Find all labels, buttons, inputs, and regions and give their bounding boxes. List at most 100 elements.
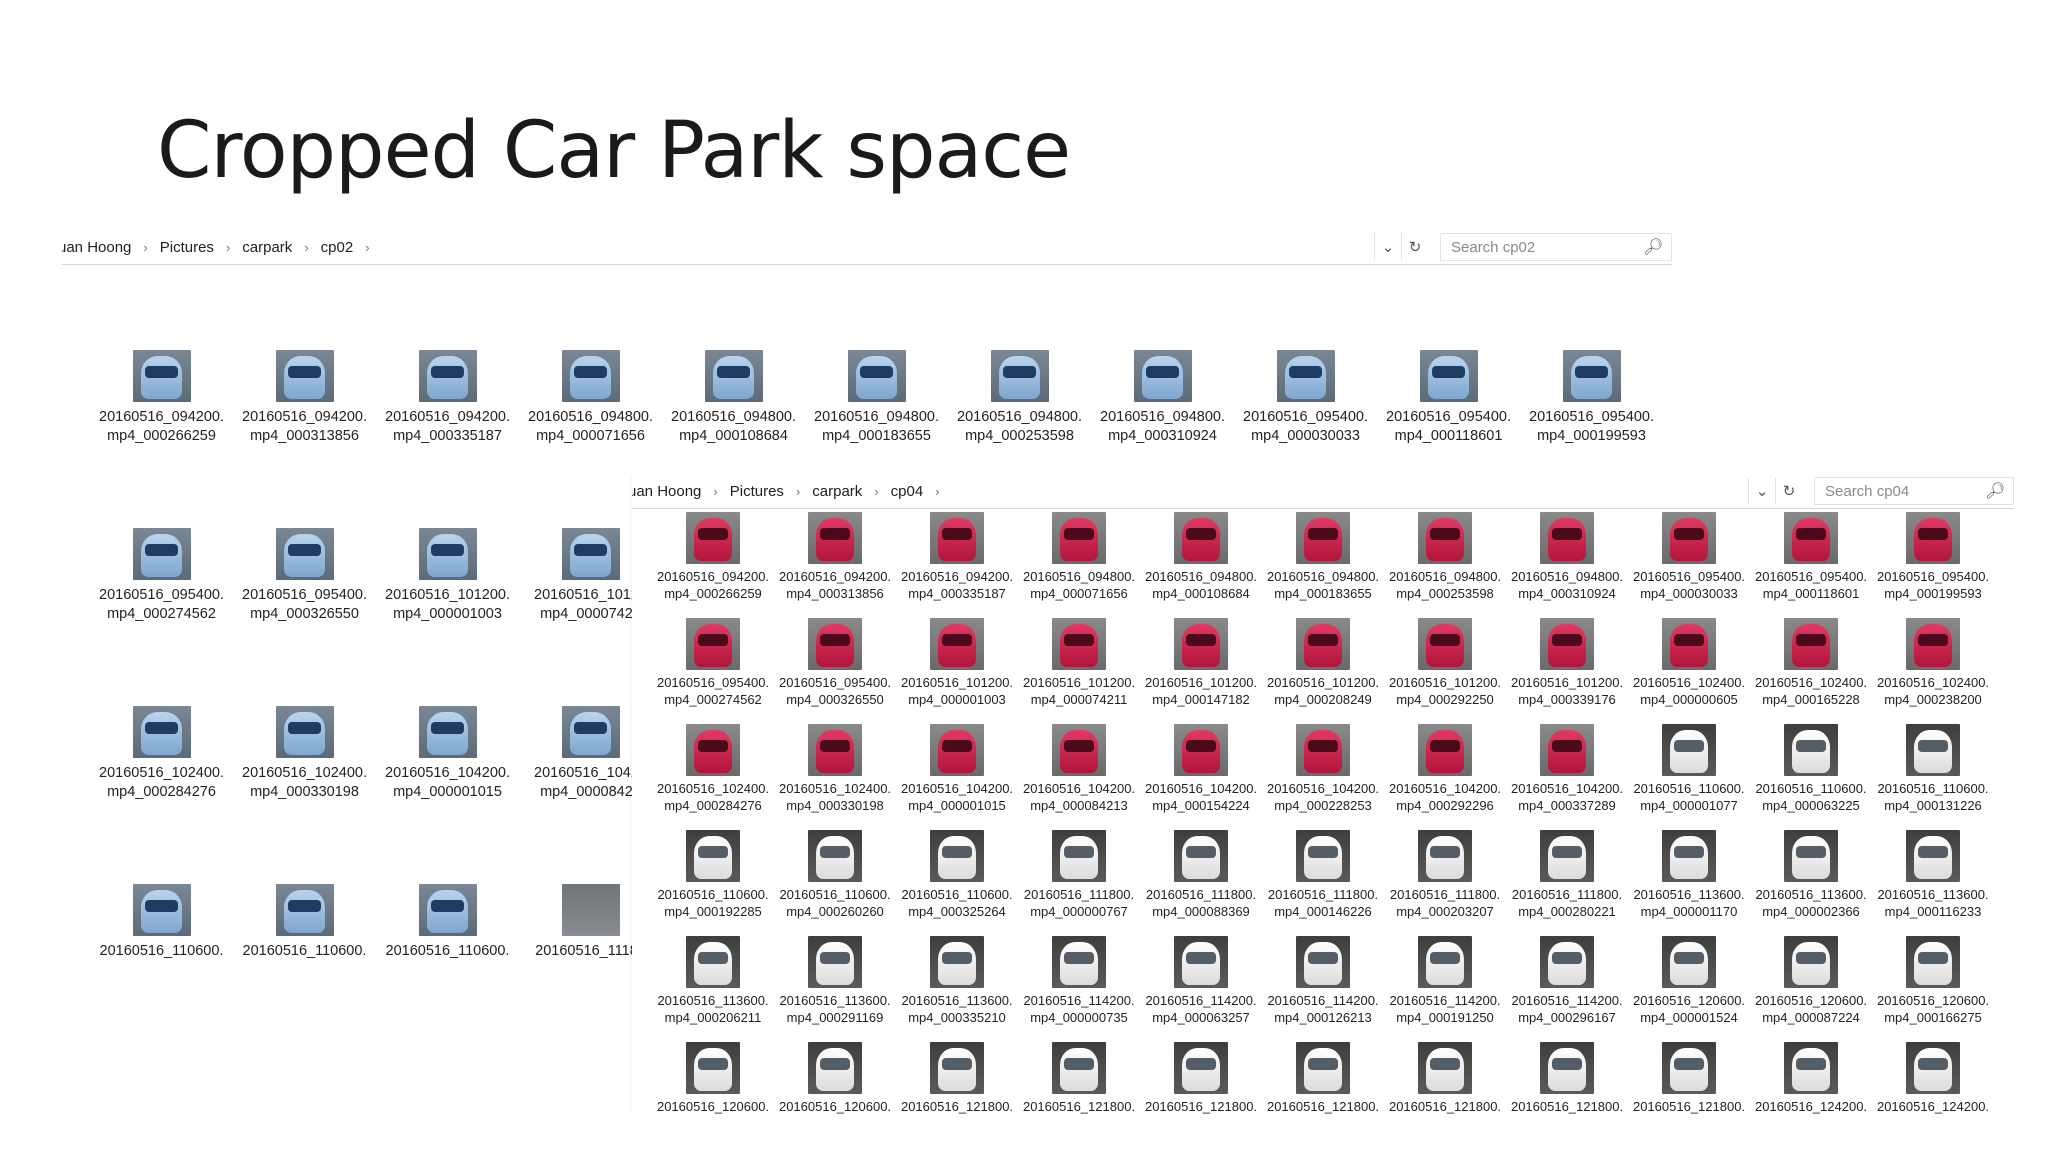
file-thumbnail[interactable] [686,830,740,882]
file-item[interactable]: 20160516_102400. mp4_000330198 [233,706,376,884]
file-thumbnail[interactable] [275,706,334,758]
file-thumbnail[interactable] [418,350,477,402]
file-item[interactable]: 20160516_121800.mp4_000170255 [1262,1042,1384,1114]
file-item[interactable]: 20160516_094200. mp4_000266259 [652,512,774,618]
file-item[interactable]: 20160516_113600. mp4_000002366 [1750,830,1872,936]
file-item[interactable]: 20160516_121800.mp4_000259210 [1384,1042,1506,1114]
file-item[interactable]: 20160516_111800. mp4_000280221 [1506,830,1628,936]
file-thumbnail[interactable] [1662,830,1716,882]
file-thumbnail[interactable] [418,884,477,936]
file-thumbnail[interactable] [1296,830,1350,882]
file-thumbnail[interactable] [1784,618,1838,670]
file-item[interactable]: 20160516_110600. mp4_000260260 [774,830,896,936]
file-item[interactable]: 20160516_094800. mp4_000183655 [1262,512,1384,618]
file-thumbnail[interactable] [132,528,191,580]
file-thumbnail[interactable] [808,724,862,776]
file-item[interactable]: 20160516_121800.mp4_000076212 [1018,1042,1140,1114]
file-item[interactable]: 20160516_095400. mp4_000274562 [90,528,233,706]
file-item[interactable]: 20160516_110600. mp4_000192285 [652,830,774,936]
file-thumbnail[interactable] [1906,936,1960,988]
file-thumbnail[interactable] [1174,936,1228,988]
search-icon[interactable]: 🔍︎ [1643,237,1663,257]
file-thumbnail[interactable] [1562,350,1621,402]
file-item[interactable]: 20160516_095400. mp4_000118601 [1750,512,1872,618]
breadcrumb-item-cp02[interactable]: cp02 [317,239,358,256]
file-thumbnail[interactable] [1052,512,1106,564]
file-thumbnail[interactable] [418,706,477,758]
file-thumbnail[interactable] [418,528,477,580]
file-thumbnail[interactable] [1133,350,1192,402]
file-thumbnail[interactable] [1540,512,1594,564]
file-item[interactable]: 20160516_101200. mp4_000208249 [1262,618,1384,724]
file-thumbnail[interactable] [1052,830,1106,882]
file-item[interactable]: 20160516_113600. mp4_000116233 [1872,830,1994,936]
file-item[interactable]: 20160516_101200. mp4_000147182 [1140,618,1262,724]
file-item[interactable]: 20160516_102400. mp4_000284276 [90,706,233,884]
file-thumbnail[interactable] [275,884,334,936]
file-thumbnail[interactable] [1052,1042,1106,1094]
file-thumbnail[interactable] [1540,1042,1594,1094]
file-item[interactable]: 20160516_110600. [90,884,233,972]
file-thumbnail[interactable] [1418,724,1472,776]
file-item[interactable]: 20160516_121800.mp4_000259775 [1506,1042,1628,1114]
file-thumbnail[interactable] [1662,1042,1716,1094]
file-thumbnail[interactable] [1174,1042,1228,1094]
file-thumbnail[interactable] [808,1042,862,1094]
file-item[interactable]: 20160516_095400. mp4_000326550 [774,618,896,724]
breadcrumb-item-carpark[interactable]: carpark [238,239,296,256]
file-thumbnail[interactable] [1906,618,1960,670]
file-item[interactable]: 20160516_101200. mp4_000292250 [1384,618,1506,724]
file-item[interactable]: 20160516_114200. mp4_000191250 [1384,936,1506,1042]
file-thumbnail[interactable] [1052,618,1106,670]
file-thumbnail[interactable] [686,724,740,776]
file-item[interactable]: 20160516_104200. mp4_000337289 [1506,724,1628,830]
file-item[interactable]: 20160516_120600. mp4_000087224 [1750,936,1872,1042]
file-item[interactable]: 20160516_101200. mp4_000339176 [1506,618,1628,724]
file-thumbnail[interactable] [1784,724,1838,776]
file-thumbnail[interactable] [1906,512,1960,564]
file-item[interactable]: 20160516_113600. mp4_000206211 [652,936,774,1042]
file-thumbnail[interactable] [704,350,763,402]
file-item[interactable]: 20160516_104200. mp4_000228253 [1262,724,1384,830]
file-item[interactable]: 20160516_094200. mp4_000335187 [896,512,1018,618]
file-thumbnail[interactable] [1662,724,1716,776]
file-item[interactable]: 20160516_101200. mp4_000001003 [896,618,1018,724]
file-thumbnail[interactable] [1662,936,1716,988]
file-thumbnail[interactable] [686,1042,740,1094]
file-item[interactable]: 20160516_101200. mp4_000001003 [376,528,519,706]
file-item[interactable]: 20160516_113600. mp4_000335210 [896,936,1018,1042]
file-thumbnail[interactable] [561,350,620,402]
file-thumbnail[interactable] [808,512,862,564]
file-thumbnail[interactable] [1276,350,1335,402]
file-item[interactable]: 20160516_104200. mp4_000154224 [1140,724,1262,830]
file-thumbnail[interactable] [808,830,862,882]
file-item[interactable]: 20160516_104200. mp4_000292296 [1384,724,1506,830]
file-item[interactable]: 20160516_102400. mp4_000238200 [1872,618,1994,724]
file-thumbnail[interactable] [1906,830,1960,882]
file-thumbnail[interactable] [1906,724,1960,776]
file-item[interactable]: 20160516_110600. mp4_000325264 [896,830,1018,936]
file-thumbnail[interactable] [1540,830,1594,882]
file-thumbnail[interactable] [930,724,984,776]
refresh-icon[interactable]: ↻ [1775,478,1802,504]
file-thumbnail[interactable] [1052,724,1106,776]
file-item[interactable]: 20160516_095400. mp4_000326550 [233,528,376,706]
chevron-right-icon[interactable]: › [357,240,377,255]
file-item[interactable]: 20160516_102400. mp4_000284276 [652,724,774,830]
file-item[interactable]: 20160516_114200. mp4_000063257 [1140,936,1262,1042]
file-thumbnail[interactable] [990,350,1049,402]
file-thumbnail[interactable] [1784,830,1838,882]
file-item[interactable]: 20160516_095400. mp4_000030033 [1628,512,1750,618]
file-item[interactable]: 20160516_110600. [233,884,376,972]
file-item[interactable]: 20160516_094200. mp4_000313856 [233,350,376,528]
file-thumbnail[interactable] [1662,618,1716,670]
file-item[interactable]: 20160516_113600. mp4_000291169 [774,936,896,1042]
file-item[interactable]: 20160516_121800.mp4_000323218 [1628,1042,1750,1114]
file-thumbnail[interactable] [1662,512,1716,564]
file-thumbnail[interactable] [1296,512,1350,564]
file-item[interactable]: 20160516_104200. mp4_000084213 [1018,724,1140,830]
file-item[interactable]: 20160516_120600. mp4_000001524 [1628,936,1750,1042]
address-bar[interactable]: uan Hoong › Pictures › carpark › cp02 › … [62,230,1672,265]
file-item[interactable]: 20160516_120600. mp4_000166275 [1872,936,1994,1042]
file-item[interactable]: 20160516_124200.mp4_000067311 [1872,1042,1994,1114]
